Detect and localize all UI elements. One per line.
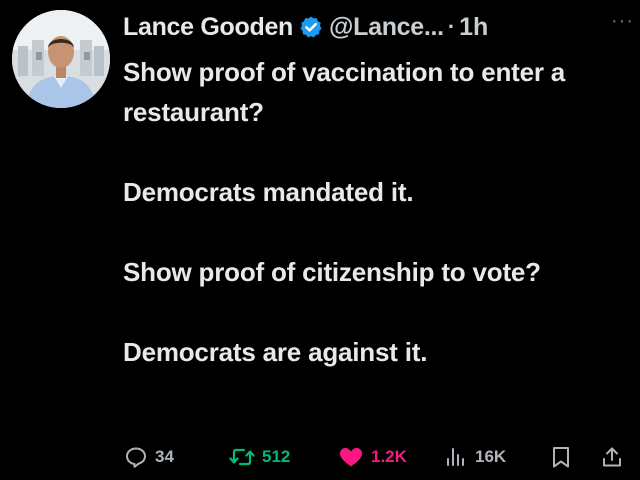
bookmark-icon <box>553 447 569 468</box>
more-options-icon[interactable]: ··· <box>611 11 634 31</box>
bookmark-button[interactable] <box>550 440 579 474</box>
analytics-icon <box>447 448 464 466</box>
repost-count: 512 <box>262 447 291 466</box>
like-button[interactable]: 1.2K <box>338 440 407 474</box>
repost-button[interactable]: 512 <box>229 440 290 474</box>
profile-photo-icon <box>12 10 110 108</box>
view-count: 16K <box>475 447 507 466</box>
repost-icon <box>229 448 255 466</box>
action-bar: 34 512 1.2K 16K <box>0 440 640 474</box>
tweet-paragraph: Democrats are against it. <box>123 337 428 367</box>
heart-icon <box>340 448 362 467</box>
like-count: 1.2K <box>371 447 407 466</box>
tweet-card[interactable]: Lance Gooden @Lance... · 1h ··· Show pro… <box>0 0 640 480</box>
share-icon <box>603 447 621 467</box>
avatar[interactable] <box>12 10 110 108</box>
reply-button[interactable]: 34 <box>124 440 174 474</box>
views-button[interactable]: 16K <box>444 440 506 474</box>
reply-count: 34 <box>155 447 174 466</box>
tweet-text: Show proof of vaccination to enter a res… <box>123 52 623 372</box>
tweet-header: Lance Gooden @Lance... · 1h <box>123 10 630 44</box>
tweet-paragraph: Show proof of citizenship to vote? <box>123 257 541 287</box>
reply-icon <box>126 447 146 468</box>
share-button[interactable] <box>600 440 631 474</box>
author-handle[interactable]: @Lance... <box>329 13 444 42</box>
tweet-paragraph: Democrats mandated it. <box>123 177 414 207</box>
tweet-timestamp[interactable]: 1h <box>459 13 488 42</box>
verified-badge-icon <box>299 15 323 39</box>
author-name[interactable]: Lance Gooden <box>123 13 293 42</box>
separator-dot: · <box>447 14 456 39</box>
tweet-paragraph: Show proof of vaccination to enter a res… <box>123 57 566 127</box>
